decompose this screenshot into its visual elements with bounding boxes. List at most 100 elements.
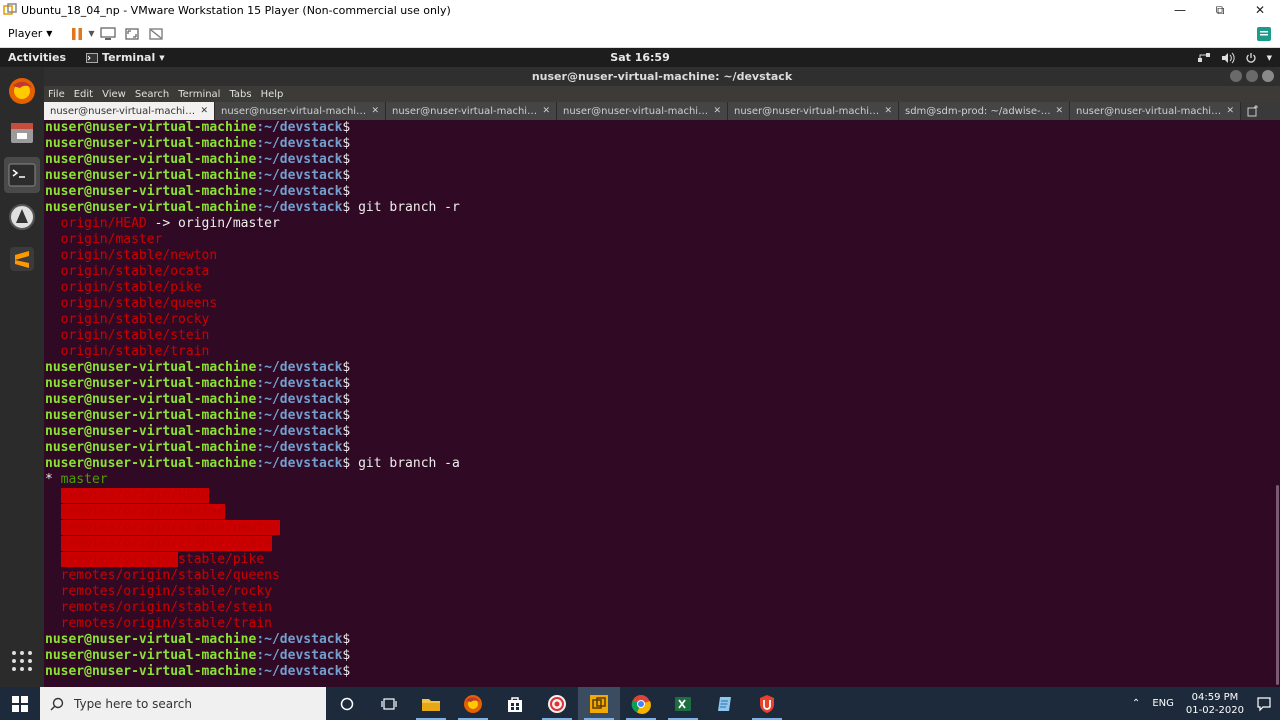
dock-software[interactable]: [4, 199, 40, 235]
task-view-button[interactable]: [368, 687, 410, 720]
menu-help[interactable]: Help: [261, 89, 284, 100]
new-tab-button[interactable]: [1241, 102, 1265, 120]
cortana-button[interactable]: [326, 687, 368, 720]
taskbar-store[interactable]: [494, 687, 536, 720]
tab-7[interactable]: nuser@nuser-virtual-machine: ~ ✕: [1070, 102, 1241, 120]
tab-2[interactable]: nuser@nuser-virtual-machine: ...✕: [215, 102, 386, 120]
maximize-button[interactable]: [1246, 70, 1258, 82]
terminal-output[interactable]: nuser@nuser-virtual-machine:~/devstack$ …: [44, 120, 1270, 687]
tab-5[interactable]: nuser@nuser-virtual-machine: ...✕: [728, 102, 899, 120]
chevron-up-icon[interactable]: ⌃: [1132, 698, 1140, 709]
unity-icon: [148, 27, 163, 40]
close-icon[interactable]: ✕: [884, 106, 892, 116]
output-line: remotes/origin/stable/train: [60, 616, 272, 631]
taskbar-clock[interactable]: 04:59 PM 01-02-2020: [1186, 691, 1244, 717]
output-line: remotes/origin/stable/newton: [60, 520, 280, 535]
chrome-icon: [631, 694, 651, 714]
clock-date: 01-02-2020: [1185, 704, 1244, 716]
taskbar-search[interactable]: Type here to search: [40, 687, 326, 720]
notification-icon[interactable]: [1256, 696, 1272, 712]
menu-terminal[interactable]: Terminal: [178, 89, 220, 100]
new-tab-icon: [1247, 105, 1258, 117]
store-icon: [508, 696, 522, 712]
activities-button[interactable]: Activities: [8, 51, 66, 64]
tab-label: nuser@nuser-virtual-machine: ...: [50, 105, 197, 117]
input-language[interactable]: ENG: [1152, 698, 1174, 709]
tab-1[interactable]: nuser@nuser-virtual-machine: ...✕: [44, 102, 215, 120]
menu-file[interactable]: File: [48, 89, 65, 100]
taskbar-file-explorer[interactable]: [410, 687, 452, 720]
menu-view[interactable]: View: [102, 89, 126, 100]
show-applications-button[interactable]: [4, 643, 40, 679]
menu-edit[interactable]: Edit: [74, 89, 93, 100]
close-icon[interactable]: ✕: [542, 106, 550, 116]
fullscreen-icon: [124, 27, 139, 40]
gnome-tray[interactable]: ▼: [1197, 52, 1272, 64]
taskbar-excel[interactable]: [662, 687, 704, 720]
start-button[interactable]: [0, 687, 40, 720]
output-line: remotes/origin/stable/pike: [60, 552, 265, 567]
restore-button[interactable]: ⧉: [1200, 0, 1240, 20]
firefox-icon: [464, 694, 482, 713]
tab-label: sdm@sdm-prod: ~/adwise-us...: [905, 105, 1052, 117]
chevron-down-icon[interactable]: ▼: [88, 29, 94, 38]
chevron-down-icon: ▼: [46, 29, 53, 38]
menu-search[interactable]: Search: [135, 89, 169, 100]
player-menu[interactable]: Player ▼: [8, 27, 52, 40]
minimize-button[interactable]: [1230, 70, 1242, 82]
taskbar-security[interactable]: [746, 687, 788, 720]
close-button[interactable]: ✕: [1240, 0, 1280, 20]
power-icon: [1245, 52, 1256, 63]
notepad-icon: [718, 696, 731, 711]
output-line: origin/stable/ocata: [60, 264, 210, 279]
prompt-line: nuser@nuser-virtual-machine:~/devstack$: [45, 392, 351, 407]
taskbar-chrome[interactable]: [620, 687, 662, 720]
terminal-tabs: nuser@nuser-virtual-machine: ...✕ nuser@…: [44, 102, 1280, 120]
send-ctrl-alt-del-button[interactable]: [97, 23, 119, 45]
sublime-text-icon: [10, 247, 34, 271]
unity-button[interactable]: [145, 23, 167, 45]
gnome-clock[interactable]: Sat 16:59: [610, 51, 669, 64]
minimize-button[interactable]: —: [1160, 0, 1200, 20]
pause-button[interactable]: [66, 23, 88, 45]
taskbar-vmware[interactable]: [578, 687, 620, 720]
close-icon[interactable]: ✕: [371, 106, 379, 116]
output-line: remotes/origin/stable/rocky: [60, 584, 272, 599]
tab-6[interactable]: sdm@sdm-prod: ~/adwise-us... ✕: [899, 102, 1070, 120]
prompt-line: nuser@nuser-virtual-machine:~/devstack$: [45, 168, 351, 183]
dock-terminal[interactable]: [4, 157, 40, 193]
close-icon[interactable]: ✕: [1226, 106, 1234, 116]
close-button[interactable]: [1262, 70, 1274, 82]
dock-sublime[interactable]: [4, 241, 40, 277]
prompt-line: nuser@nuser-virtual-machine:~/devstack$: [45, 632, 351, 647]
output-line: remotes/origin/stable/ocata: [60, 536, 272, 551]
pause-icon: [72, 27, 83, 40]
menu-tabs[interactable]: Tabs: [229, 89, 251, 100]
tab-3[interactable]: nuser@nuser-virtual-machine: ...✕: [386, 102, 557, 120]
terminal-scrollbar[interactable]: [1270, 120, 1280, 687]
close-icon[interactable]: ✕: [713, 106, 721, 116]
prompt-line: nuser@nuser-virtual-machine:~/devstack$: [45, 184, 351, 199]
terminal-titlebar[interactable]: nuser@nuser-virtual-machine: ~/devstack: [44, 67, 1280, 86]
tab-label: nuser@nuser-virtual-machine: ~: [1076, 105, 1223, 117]
scrollbar-thumb[interactable]: [1276, 485, 1279, 685]
dock-files[interactable]: [4, 115, 40, 151]
output-line: origin/stable/newton: [60, 248, 218, 263]
player-menu-label: Player: [8, 27, 43, 40]
close-icon[interactable]: ✕: [200, 106, 208, 116]
command-line: nuser@nuser-virtual-machine:~/devstack$ …: [45, 456, 460, 471]
library-icon[interactable]: [1254, 24, 1274, 44]
shield-icon: [760, 694, 774, 713]
chevron-down-icon: ▼: [1266, 53, 1272, 62]
app-menu[interactable]: Terminal ▼: [86, 51, 165, 64]
tab-4[interactable]: nuser@nuser-virtual-machine: ...✕: [557, 102, 728, 120]
taskbar-firefox[interactable]: [452, 687, 494, 720]
tab-label: nuser@nuser-virtual-machine: ...: [563, 105, 710, 117]
tab-label: nuser@nuser-virtual-machine: ...: [392, 105, 539, 117]
dock-firefox[interactable]: [4, 73, 40, 109]
close-icon[interactable]: ✕: [1055, 106, 1063, 116]
taskbar-recorder[interactable]: [536, 687, 578, 720]
output-line: origin/stable/train: [60, 344, 210, 359]
fullscreen-button[interactable]: [121, 23, 143, 45]
taskbar-notepad[interactable]: [704, 687, 746, 720]
